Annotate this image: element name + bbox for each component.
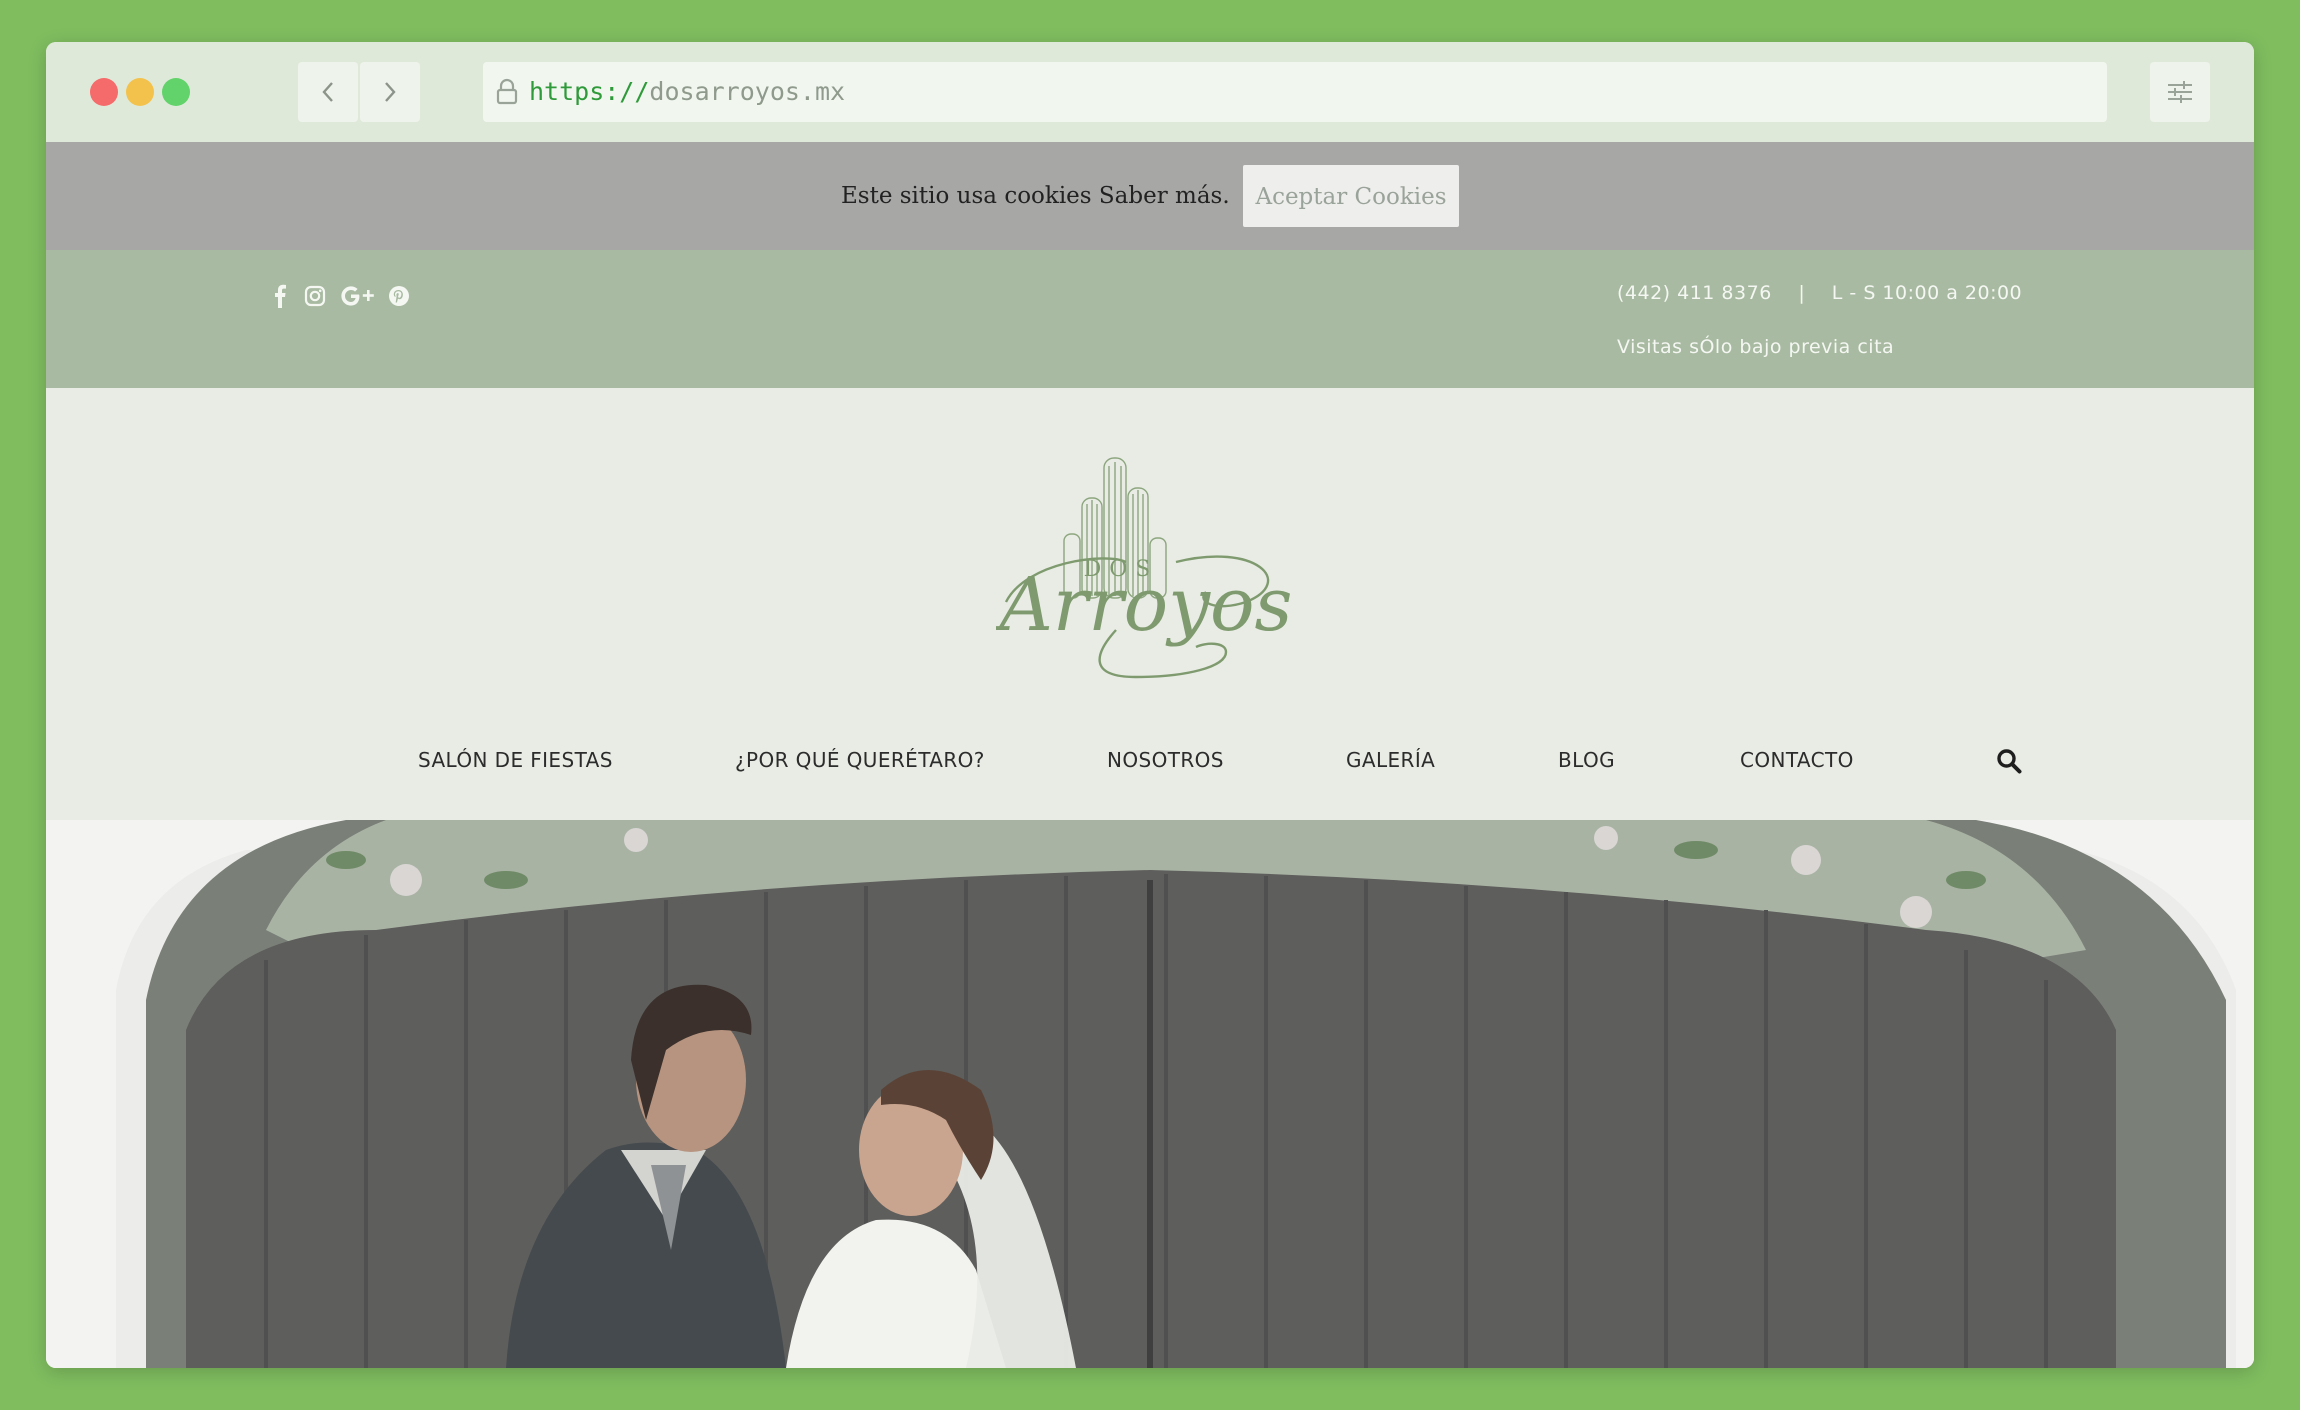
logo-script-text: Arroyos	[996, 562, 1293, 648]
maximize-window-button[interactable]	[162, 78, 190, 106]
chevron-right-icon	[385, 82, 396, 102]
main-navigation: SALÓN DE FIESTAS ¿POR QUÉ QUERÉTARO? NOS…	[46, 740, 2254, 780]
wedding-couple-photo	[46, 820, 2254, 1368]
chevron-left-icon	[322, 82, 333, 102]
nav-item-blog[interactable]: BLOG	[1558, 740, 1615, 780]
google-plus-icon[interactable]	[340, 284, 376, 308]
nav-item-contacto[interactable]: CONTACTO	[1740, 740, 1854, 780]
forward-button[interactable]	[360, 62, 420, 122]
browser-settings-button[interactable]	[2150, 62, 2210, 122]
url-scheme: https://	[529, 77, 650, 106]
accept-cookies-button[interactable]: Aceptar Cookies	[1243, 165, 1459, 227]
browser-toolbar: https://dosarroyos.mx	[46, 42, 2254, 142]
instagram-icon[interactable]	[304, 284, 326, 308]
url-text: https://dosarroyos.mx	[529, 62, 845, 122]
back-button[interactable]	[298, 62, 358, 122]
nav-item-nosotros[interactable]: NOSOTROS	[1107, 740, 1224, 780]
info-separator: |	[1798, 282, 1806, 304]
cookie-banner: Este sitio usa cookies Saber más. Acepta…	[46, 142, 2254, 250]
cookie-message: Este sitio usa cookies Saber más.	[841, 183, 1230, 209]
sliders-icon	[2168, 81, 2192, 103]
minimize-window-button[interactable]	[126, 78, 154, 106]
nav-item-por-que-queretaro[interactable]: ¿POR QUÉ QUERÉTARO?	[735, 740, 985, 780]
address-bar[interactable]: https://dosarroyos.mx	[483, 62, 2107, 122]
search-icon[interactable]	[1996, 748, 2022, 778]
close-window-button[interactable]	[90, 78, 118, 106]
nav-item-galeria[interactable]: GALERÍA	[1346, 740, 1435, 780]
url-host: dosarroyos.mx	[649, 77, 846, 106]
opening-hours: L - S 10:00 a 20:00	[1831, 282, 2023, 304]
contact-info: (442) 411 8376 | L - S 10:00 a 20:00	[1617, 282, 2022, 304]
browser-window: https://dosarroyos.mx Este sitio usa coo…	[46, 42, 2254, 1368]
nav-item-salon-de-fiestas[interactable]: SALÓN DE FIESTAS	[418, 740, 613, 780]
site-header: DOS Arroyos SALÓN DE FIESTAS ¿POR QUÉ QU…	[46, 388, 2254, 820]
facebook-icon[interactable]	[274, 284, 286, 308]
site-logo[interactable]: DOS Arroyos	[993, 452, 1296, 682]
pinterest-icon[interactable]	[388, 284, 410, 308]
hero-image	[46, 820, 2254, 1368]
appointment-note: Visitas sÓlo bajo previa cita	[1617, 336, 1895, 358]
top-info-bar: (442) 411 8376 | L - S 10:00 a 20:00 Visit…	[46, 250, 2254, 388]
phone-number[interactable]: (442) 411 8376	[1617, 282, 1772, 304]
lock-icon	[496, 78, 518, 105]
